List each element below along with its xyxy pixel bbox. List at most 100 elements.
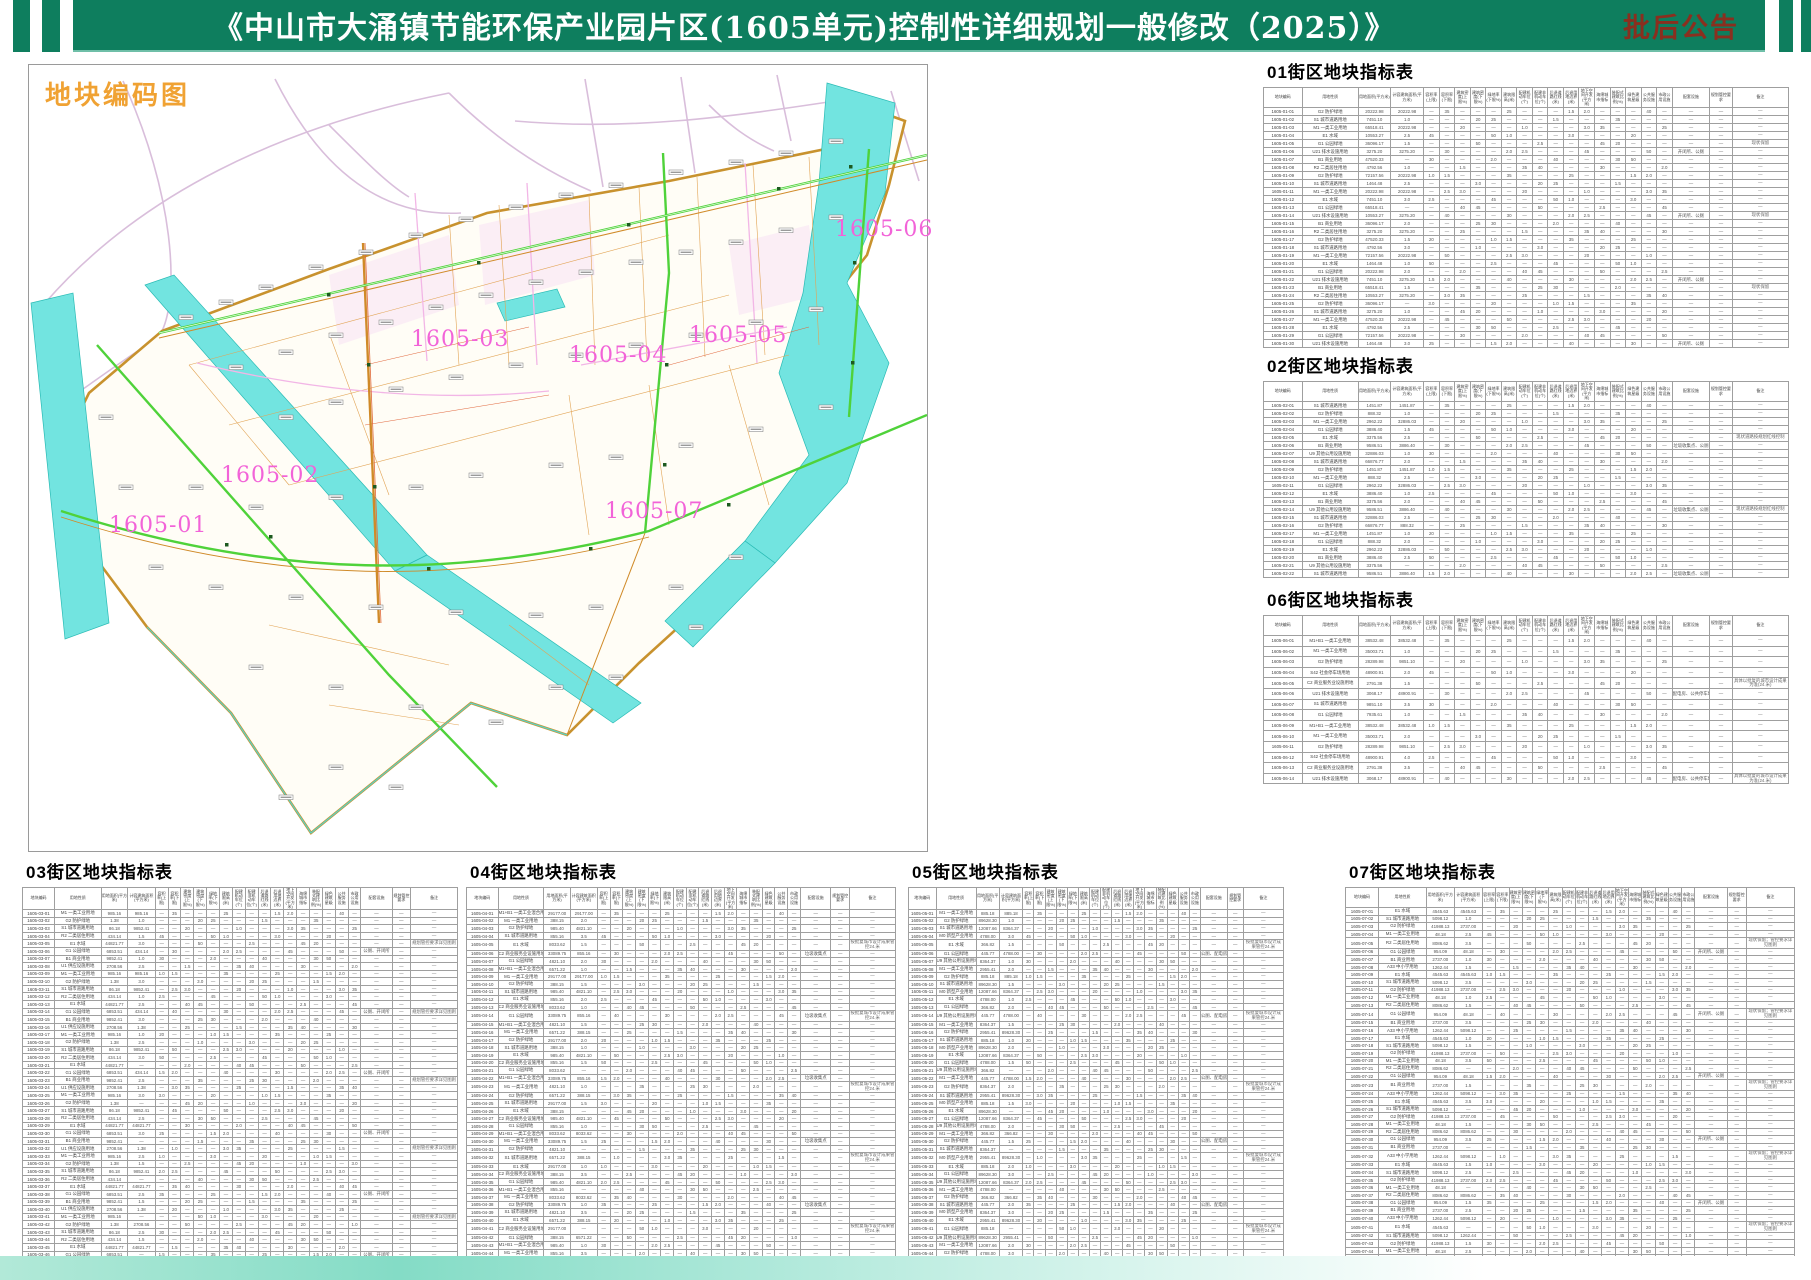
column-header: 配套设施 xyxy=(1672,382,1710,402)
table-cell: — xyxy=(392,917,411,925)
table-cell: — xyxy=(800,958,831,966)
table-cell: — xyxy=(1470,300,1486,308)
table-cell: E1 水域 xyxy=(1302,490,1358,498)
table-cell: 32886.03 xyxy=(1358,514,1390,522)
table-cell: — xyxy=(1439,244,1455,252)
table-cell: 1605-03-44 xyxy=(23,1236,55,1244)
table-cell: — xyxy=(775,1171,788,1179)
table-cell: — xyxy=(168,1160,181,1168)
table-cell: — xyxy=(1732,570,1788,578)
table-cell: — xyxy=(335,1054,348,1062)
table-cell: 9852.41 xyxy=(101,1137,128,1145)
table-cell: — xyxy=(1672,308,1710,316)
table-cell: — xyxy=(1532,490,1548,498)
table-cell: — xyxy=(1657,474,1673,482)
table-cell: — xyxy=(1732,538,1788,546)
table-cell: — xyxy=(361,925,392,933)
table-cell: 3.0 xyxy=(1424,300,1440,308)
table-cell: — xyxy=(258,1160,271,1168)
table-cell: — xyxy=(232,970,245,978)
table-cell: — xyxy=(762,1107,775,1115)
table-cell: — xyxy=(1067,988,1078,996)
table-cell: — xyxy=(724,1242,737,1250)
table-cell: 1.0 xyxy=(1078,932,1089,940)
table-cell: 3.5 xyxy=(570,932,597,940)
table-cell: — xyxy=(1517,316,1533,324)
table-cell: — xyxy=(1167,980,1178,988)
table-cell: 1605-03-35 xyxy=(23,1168,55,1176)
table-cell: 50 xyxy=(1470,140,1486,148)
table-cell: 445.77 xyxy=(976,950,999,958)
table-cell: — xyxy=(1710,172,1733,180)
table-cell: 40 xyxy=(1501,276,1517,284)
table-cell: — xyxy=(1112,1171,1123,1179)
table-cell: 1605-04-04 xyxy=(467,932,499,940)
table-cell: — xyxy=(1455,196,1471,204)
table-cell: 40 xyxy=(348,1084,361,1092)
table-cell: 1.0 xyxy=(1579,188,1595,196)
table-cell: — xyxy=(335,1023,348,1031)
table-cell: E1 水域 xyxy=(1302,324,1358,332)
table-cell: 1605-06-10 xyxy=(1264,731,1303,742)
table-cell: — xyxy=(1200,1082,1227,1092)
table-cell: 434.14 xyxy=(101,932,128,940)
table-row: 1605-03-20R2 二类居住用地434.143.050———2.5———4… xyxy=(23,1054,458,1062)
table-cell: — xyxy=(1045,1153,1056,1163)
table-cell: 2.5 xyxy=(762,1178,775,1186)
table-cell: — xyxy=(724,1100,737,1108)
table-cell: 50 xyxy=(1626,156,1642,164)
plot-code-chip-text xyxy=(631,262,642,263)
table-row: 1605-01-05G1 公园绿地36096.171.5———50———2.5—… xyxy=(1264,140,1789,148)
table-cell: — xyxy=(788,1051,801,1059)
table-cell: — xyxy=(1732,482,1788,490)
table-cell: 35 xyxy=(686,1145,699,1153)
plot-code-chip-text xyxy=(281,797,292,798)
column-header: 计容建筑面积(平方米) xyxy=(1390,382,1423,402)
table-cell: 50 xyxy=(1595,562,1611,570)
table-cell: — xyxy=(297,1114,310,1122)
table-cell: M1 一类工业用地 xyxy=(498,1193,544,1201)
table-cell: — xyxy=(762,1171,775,1179)
table-row: 1605-04-20C2 商业服务业设施用地855.161.550———2.5—… xyxy=(467,1059,896,1067)
table-cell: — xyxy=(1732,763,1788,774)
table-cell: — xyxy=(788,1100,801,1108)
table-cell: — xyxy=(762,988,775,996)
table-cell: 40 xyxy=(610,1011,623,1021)
table-cell: — xyxy=(1486,466,1502,474)
table-cell: — xyxy=(1134,996,1145,1004)
table-cell: — xyxy=(1145,1138,1156,1146)
table-cell: 35 xyxy=(220,970,233,978)
table-cell: — xyxy=(597,980,610,988)
table-cell: 2.0 xyxy=(648,1242,661,1250)
table-cell: — xyxy=(775,1107,788,1115)
table-cell: — xyxy=(1455,116,1471,124)
table-cell: — xyxy=(1579,172,1595,180)
table-cell: — xyxy=(724,1209,737,1217)
table-cell: — xyxy=(1517,434,1533,442)
table-cell: — xyxy=(712,965,725,973)
table-cell: — xyxy=(1563,284,1579,292)
table-cell: — xyxy=(686,1092,699,1100)
table-cell: — xyxy=(775,1067,788,1075)
table-cell: — xyxy=(999,1145,1023,1153)
table-cell: — xyxy=(788,1224,801,1234)
table-cell: 3.0 xyxy=(673,1051,686,1059)
table-cell: 20 xyxy=(232,985,245,993)
table-cell: 40 xyxy=(1455,204,1471,212)
table-cell: — xyxy=(411,1221,458,1229)
table-cell: M1 一类工业用地 xyxy=(54,1213,101,1221)
table-cell: — xyxy=(1067,1153,1078,1163)
table-cell: — xyxy=(1455,636,1471,647)
table-cell: — xyxy=(775,1138,788,1146)
table-cell: 45 xyxy=(724,950,737,958)
table-cell: — xyxy=(800,940,831,950)
table-cell: 35 xyxy=(1501,720,1517,731)
column-header: 配建机动车位(个) xyxy=(1517,88,1533,108)
table-cell: — xyxy=(335,1031,348,1039)
table-cell: — xyxy=(245,1228,258,1236)
table-cell: — xyxy=(1579,324,1595,332)
table-cell: — xyxy=(849,1242,895,1250)
table-cell: — xyxy=(1626,418,1642,426)
table-cell: 45 xyxy=(712,1242,725,1250)
table-cell: — xyxy=(348,970,361,978)
